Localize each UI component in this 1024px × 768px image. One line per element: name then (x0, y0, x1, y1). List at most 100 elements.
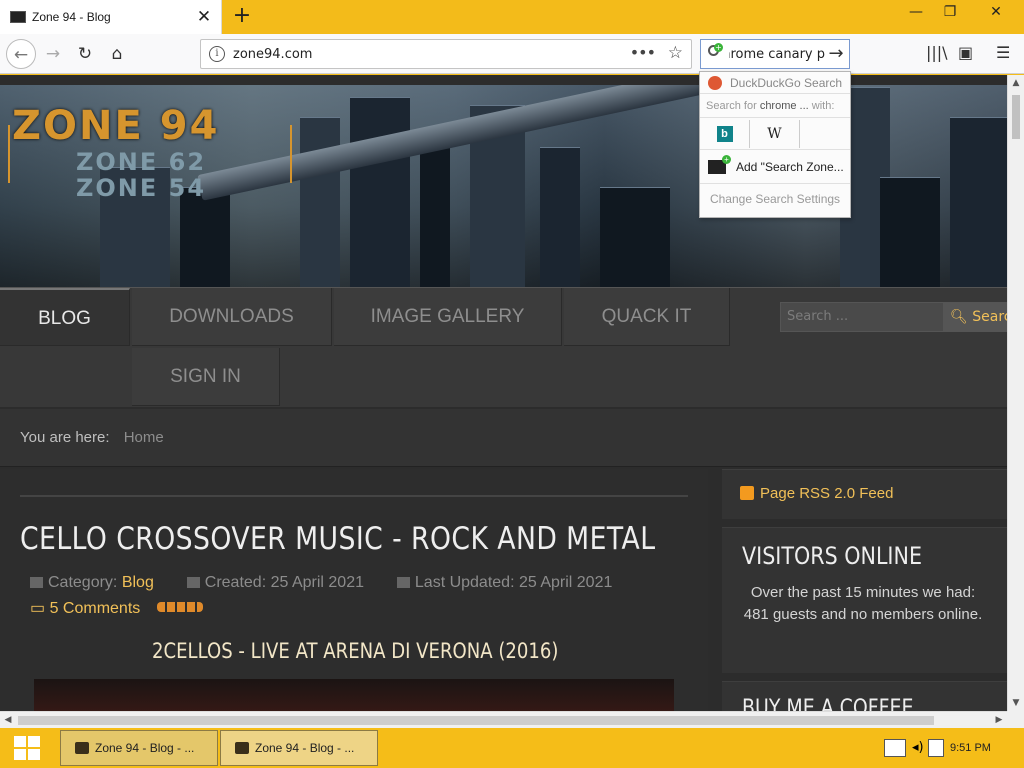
close-tab-icon[interactable]: ✕ (195, 7, 213, 27)
url-bar[interactable]: i zone94.com ••• ☆ (200, 39, 692, 69)
breadcrumb-home-link[interactable]: Home (124, 429, 164, 446)
site-info-icon[interactable]: i (209, 46, 225, 62)
comments-link[interactable]: 5 Comments (50, 600, 141, 617)
scrollbar-corner (1007, 711, 1024, 728)
page-actions-icon[interactable]: ••• (630, 43, 656, 62)
breadcrumb: You are here: Home (0, 409, 1007, 467)
visitors-text: Over the past 15 minutes we had: 481 gue… (743, 584, 983, 623)
volume-icon[interactable]: ◂) (912, 739, 926, 757)
url-text: zone94.com (233, 46, 313, 62)
engine-name: DuckDuckGo Search (730, 75, 843, 90)
search-go-arrow-icon[interactable]: → (825, 43, 847, 64)
home-icon[interactable]: ⌂ (102, 39, 132, 69)
navigation-toolbar: ← → ↻ ⌂ i zone94.com ••• ☆ + chrome cana… (0, 34, 1024, 74)
search-for-suffix: with: (811, 100, 835, 112)
vertical-scrollbar[interactable]: ▲ ▼ (1007, 75, 1024, 711)
rss-icon (740, 486, 754, 500)
reload-button[interactable]: ↻ (70, 39, 100, 69)
site-logo[interactable]: ZONE 94 ZONE 62 ZONE 54 (8, 103, 292, 201)
close-window-button[interactable]: ✕ (976, 0, 1016, 26)
duckduckgo-icon (708, 75, 722, 90)
bookmark-star-icon[interactable]: ☆ (668, 43, 683, 63)
taskbar: Zone 94 - Blog - ... Zone 94 - Blog - ..… (0, 728, 1024, 768)
windows-start-icon[interactable] (14, 736, 42, 762)
add-search-engine-row[interactable]: + Add "Search Zone... (700, 150, 850, 184)
bing-engine-button[interactable]: b (700, 119, 750, 148)
web-page: ZONE 94 ZONE 62 ZONE 54 BLOG DOWNLOADS I… (0, 75, 1007, 711)
menu-item-quack-it[interactable]: QUACK IT (564, 288, 730, 346)
horizontal-scrollbar[interactable]: ◀ ▶ (0, 711, 1007, 728)
visitors-title: VISITORS ONLINE (742, 542, 923, 570)
forward-button[interactable]: → (38, 39, 68, 69)
coffee-title: BUY ME A COFFEE (742, 696, 914, 711)
hamburger-menu-icon[interactable]: ☰ (996, 43, 1010, 62)
created-date: Created: 25 April 2021 (204, 574, 364, 591)
rss-feed-link[interactable]: Page RSS 2.0 Feed (722, 469, 1007, 519)
comment-icon: ▭ (30, 600, 46, 617)
one-off-engines: b W (700, 118, 850, 150)
article-meta-2: ▭ 5 Comments (30, 598, 203, 618)
scroll-up-arrow-icon[interactable]: ▲ (1008, 75, 1024, 91)
calendar-icon (186, 577, 200, 588)
category-link[interactable]: Blog (122, 574, 154, 591)
network-icon[interactable] (928, 739, 944, 757)
search-for-prefix: Search for (706, 100, 757, 112)
site-search-button-label: Search (972, 309, 1007, 325)
scroll-down-arrow-icon[interactable]: ▼ (1008, 695, 1024, 711)
keyboard-icon[interactable] (884, 739, 906, 757)
zone-engine-icon: + (708, 154, 731, 174)
main-menu: BLOG DOWNLOADS IMAGE GALLERY QUACK IT SI… (0, 287, 1007, 407)
search-input[interactable]: chrome canary p (729, 47, 825, 62)
firefox-icon (75, 742, 89, 754)
menu-item-sign-in[interactable]: SIGN IN (132, 348, 280, 406)
sidebar-toggle-icon[interactable]: ▣ (958, 43, 973, 62)
search-for-term: chrome ... (759, 100, 809, 112)
search-suggestions-popup: DuckDuckGo Search Search for chrome ... … (699, 71, 851, 218)
current-engine-row[interactable]: DuckDuckGo Search (700, 72, 850, 94)
article-meta: Category: Blog Created: 25 April 2021 La… (30, 574, 612, 592)
article-divider (20, 495, 688, 497)
bing-icon: b (716, 125, 733, 142)
vertical-scroll-thumb[interactable] (1012, 95, 1020, 139)
firefox-icon (235, 742, 249, 754)
rating-stars-icon[interactable] (156, 602, 203, 612)
calendar-icon (396, 577, 410, 588)
change-search-settings-button[interactable]: Change Search Settings (700, 184, 850, 216)
menu-item-blog[interactable]: BLOG (0, 288, 130, 346)
library-icon[interactable]: |||\ (926, 43, 948, 62)
search-for-row: Search for chrome ... with: (700, 94, 850, 118)
article-title[interactable]: CELLO CROSSOVER MUSIC - ROCK AND METAL (20, 521, 655, 557)
video-title: 2CELLOS - LIVE AT ARENA DI VERONA (2016) (152, 639, 559, 663)
site-search-input[interactable]: Search ... (780, 302, 944, 332)
search-engine-icon[interactable]: + (705, 43, 727, 65)
breadcrumb-label: You are here: (20, 429, 110, 446)
buy-coffee-panel: BUY ME A COFFEE (722, 681, 1007, 711)
rss-label: Page RSS 2.0 Feed (760, 485, 894, 502)
search-icon: 🔍︎ (950, 309, 968, 325)
search-bar[interactable]: + chrome canary p → (700, 39, 850, 69)
site-search-button[interactable]: 🔍︎ Search (944, 302, 1007, 332)
article: CELLO CROSSOVER MUSIC - ROCK AND METAL C… (0, 469, 708, 711)
category-label: Category: (48, 574, 118, 591)
site-favicon-icon (10, 11, 26, 23)
scroll-left-arrow-icon[interactable]: ◀ (0, 712, 16, 728)
video-embed[interactable] (34, 679, 674, 711)
new-tab-button[interactable]: + (230, 4, 254, 28)
taskbar-item[interactable]: Zone 94 - Blog - ... (60, 730, 218, 766)
tab-title: Zone 94 - Blog (32, 10, 111, 24)
updated-date: Last Updated: 25 April 2021 (414, 574, 613, 591)
back-button[interactable]: ← (6, 39, 36, 69)
folder-icon (30, 577, 43, 588)
menu-item-downloads[interactable]: DOWNLOADS (132, 288, 332, 346)
taskbar-item-label: Zone 94 - Blog - ... (255, 741, 355, 755)
wikipedia-engine-button[interactable]: W (750, 119, 800, 148)
taskbar-item[interactable]: Zone 94 - Blog - ... (220, 730, 378, 766)
menu-item-image-gallery[interactable]: IMAGE GALLERY (334, 288, 562, 346)
browser-tab[interactable]: Zone 94 - Blog ✕ (0, 0, 222, 34)
site-banner: ZONE 94 ZONE 62 ZONE 54 (0, 85, 1007, 287)
add-engine-label: Add "Search Zone... (736, 159, 844, 174)
maximize-button[interactable]: ❐ (930, 0, 970, 26)
clock[interactable]: 9:51 PM (950, 728, 991, 768)
scroll-right-arrow-icon[interactable]: ▶ (991, 712, 1007, 728)
horizontal-scroll-thumb[interactable] (18, 716, 934, 725)
